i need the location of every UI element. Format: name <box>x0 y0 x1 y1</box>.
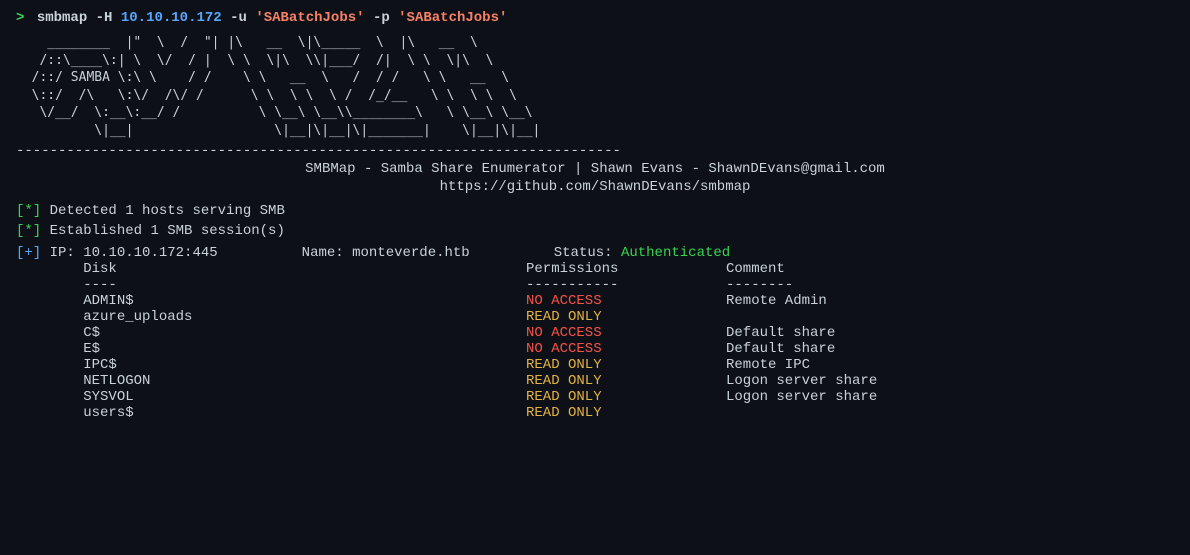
table-divider-row: ---- ----------- -------- <box>16 277 1174 293</box>
status-label: Status: <box>470 245 613 261</box>
results-section: [+] IP: 10.10.10.172:445 Name: monteverd… <box>16 245 1174 421</box>
table-row: IPC$READ ONLYRemote IPC <box>16 357 1174 373</box>
disk-name: users$ <box>16 405 526 421</box>
info-line-1: SMBMap - Samba Share Enumerator | Shawn … <box>16 161 1174 177</box>
terminal: > smbmap -H 10.10.10.172 -u 'SABatchJobs… <box>0 0 1190 555</box>
command-base: smbmap <box>28 10 87 26</box>
host-header-line: [+] IP: 10.10.10.172:445 Name: monteverd… <box>16 245 1174 261</box>
disk-name: SYSVOL <box>16 389 526 405</box>
table-row: E$NO ACCESSDefault share <box>16 341 1174 357</box>
table-row: C$NO ACCESSDefault share <box>16 325 1174 341</box>
permission-value: READ ONLY <box>526 357 726 373</box>
status-smb-detected: [*] Detected 1 hosts serving SMB <box>16 203 1174 219</box>
comment-value: Logon server share <box>726 373 886 389</box>
divider-line: ----------------------------------------… <box>16 143 1174 159</box>
ascii-banner: ________ |" \ / "| |\ __ \|\_____ \ |\ _… <box>16 34 1174 139</box>
ip-value: 10.10.10.172:445 <box>75 245 218 261</box>
bracket-star-2: [*] <box>16 223 41 239</box>
ip-label: IP: <box>50 245 75 261</box>
col-comment-divider: -------- <box>726 277 793 293</box>
disk-name: E$ <box>16 341 526 357</box>
status-authenticated: Authenticated <box>613 245 731 261</box>
comment-value: Default share <box>726 325 835 341</box>
flag-u: -u <box>222 10 247 26</box>
name-value: monteverde.htb <box>344 245 470 261</box>
prompt-icon: > <box>16 10 24 26</box>
disk-name: ADMIN$ <box>16 293 526 309</box>
table-row: ADMIN$NO ACCESSRemote Admin <box>16 293 1174 309</box>
status-text-1: Detected 1 hosts serving SMB <box>50 203 285 219</box>
status-smb-session: [*] Established 1 SMB session(s) <box>16 223 1174 239</box>
bracket-plus: [+] <box>16 245 50 261</box>
disk-name: C$ <box>16 325 526 341</box>
comment-value: Remote IPC <box>726 357 810 373</box>
command-line: > smbmap -H 10.10.10.172 -u 'SABatchJobs… <box>16 10 1174 26</box>
table-row: NETLOGONREAD ONLYLogon server share <box>16 373 1174 389</box>
col-disk-divider: ---- <box>16 277 526 293</box>
flag-h: -H <box>87 10 112 26</box>
permission-value: READ ONLY <box>526 405 726 421</box>
comment-value: Default share <box>726 341 835 357</box>
table-header-row: Disk Permissions Comment <box>16 261 1174 277</box>
username: 'SABatchJobs' <box>247 10 365 26</box>
permission-value: NO ACCESS <box>526 325 726 341</box>
comment-value: Logon server share <box>726 389 886 405</box>
permission-value: NO ACCESS <box>526 341 726 357</box>
permission-value: READ ONLY <box>526 309 726 325</box>
table-row: azure_uploadsREAD ONLY <box>16 309 1174 325</box>
flag-p: -p <box>365 10 390 26</box>
table-body: ADMIN$NO ACCESSRemote Admin azure_upload… <box>16 293 1174 421</box>
name-label: Name: <box>218 245 344 261</box>
bracket-star-1: [*] <box>16 203 41 219</box>
permission-value: NO ACCESS <box>526 293 726 309</box>
disk-name: NETLOGON <box>16 373 526 389</box>
col-perm-divider: ----------- <box>526 277 726 293</box>
col-disk-header: Disk <box>16 261 526 277</box>
col-perm-header: Permissions <box>526 261 726 277</box>
permission-value: READ ONLY <box>526 373 726 389</box>
password: 'SABatchJobs' <box>390 10 508 26</box>
permission-value: READ ONLY <box>526 389 726 405</box>
comment-value: Remote Admin <box>726 293 827 309</box>
status-text-2: Established 1 SMB session(s) <box>50 223 285 239</box>
disk-name: IPC$ <box>16 357 526 373</box>
disk-name: azure_uploads <box>16 309 526 325</box>
table-row: SYSVOLREAD ONLYLogon server share <box>16 389 1174 405</box>
target-ip: 10.10.10.172 <box>112 10 221 26</box>
info-line-2: https://github.com/ShawnDEvans/smbmap <box>16 179 1174 195</box>
col-comment-header: Comment <box>726 261 785 277</box>
table-row: users$READ ONLY <box>16 405 1174 421</box>
